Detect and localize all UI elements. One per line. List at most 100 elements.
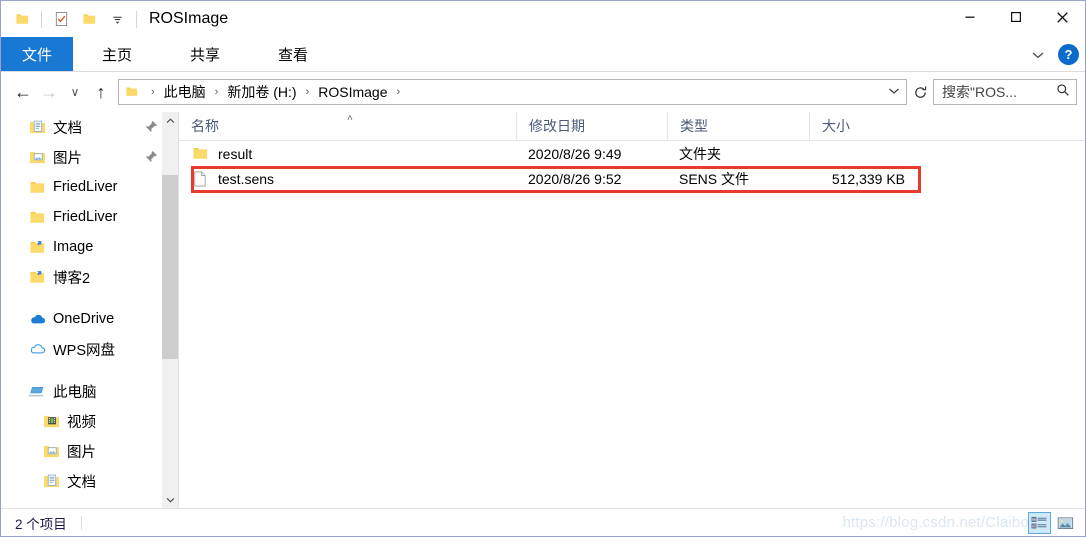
breadcrumb-separator-1[interactable]: › [208,86,226,98]
sidebar-item-pictures-quick[interactable]: 图片 [1,142,178,172]
sidebar-scrollbar[interactable] [161,112,178,508]
tab-view[interactable]: 查看 [249,37,337,71]
forward-button[interactable]: → [36,79,62,105]
refresh-button[interactable] [907,79,933,105]
navigation-bar: ← → ∨ ↑ › 此电脑 › 新加卷 (H:) › ROSImage › 搜索… [1,73,1085,111]
maximize-button[interactable] [993,1,1039,33]
breadcrumb-item-this-pc[interactable]: 此电脑 [162,82,208,102]
file-type-cell: SENS 文件 [679,170,750,187]
chevron-down-icon[interactable] [1028,45,1048,65]
address-bar[interactable]: › 此电脑 › 新加卷 (H:) › ROSImage › [118,79,907,105]
recent-locations-button[interactable]: ∨ [62,79,88,105]
sidebar-item-label: 图片 [53,150,82,167]
chevron-down-icon[interactable] [162,491,178,508]
sidebar-item-documents[interactable]: 文档 [1,466,178,496]
main-content: 文档 图片 FriedLiver FriedLiver Image 博客2 On… [1,112,1085,508]
sidebar-item-friedliver-2[interactable]: FriedLiver [1,202,178,232]
column-header-size[interactable]: 大小 [809,112,919,140]
column-header-row: 名称 ˄ 修改日期 类型 大小 [179,112,1085,141]
qat-separator-2 [136,10,137,28]
details-view-button[interactable] [1028,512,1051,534]
column-header-name-label: 名称 [191,118,219,134]
folder-icon[interactable] [9,6,35,32]
title-bar: ROSImage [1,1,1085,37]
view-mode-buttons [1028,512,1077,534]
sidebar-item-this-pc[interactable]: 此电脑 [1,376,178,406]
pin-icon[interactable] [145,120,158,133]
this-pc-icon [27,381,47,401]
file-type-cell: 文件夹 [679,145,721,162]
sidebar-item-label: 此电脑 [53,384,97,401]
search-input[interactable]: 搜索"ROS... [933,79,1077,105]
file-list-pane: 名称 ˄ 修改日期 类型 大小 result 2020/8/26 9:49 文件… [179,112,1085,508]
back-button[interactable]: ← [10,79,36,105]
sidebar-item-videos[interactable]: 视频 [1,406,178,436]
minimize-button[interactable] [947,1,993,33]
breadcrumb-item-drive[interactable]: 新加卷 (H:) [225,82,298,102]
address-dropdown-icon[interactable] [888,86,900,98]
file-date-cell: 2020/8/26 9:52 [528,170,622,187]
breadcrumb-separator-2[interactable]: › [299,86,317,98]
generic-file-icon [191,170,209,188]
sidebar-item-pictures[interactable]: 图片 [1,436,178,466]
tab-home[interactable]: 主页 [73,37,161,71]
documents-folder-icon [41,471,61,491]
sidebar-item-label: 图片 [67,444,96,461]
up-button[interactable]: ↑ [88,79,114,105]
navigation-pane: 文档 图片 FriedLiver FriedLiver Image 博客2 On… [1,112,178,508]
tab-file[interactable]: 文件 [1,37,73,71]
sidebar-item-blog2[interactable]: 博客2 [1,262,178,292]
qat-separator-1 [41,10,42,28]
file-name-cell: test.sens [179,170,516,188]
table-row[interactable]: result 2020/8/26 9:49 文件夹 [179,141,1085,166]
column-header-type[interactable]: 类型 [667,112,809,140]
chevron-up-icon[interactable] [162,112,178,129]
breadcrumb-item-rosimage[interactable]: ROSImage [316,84,389,100]
pictures-folder-icon [41,441,61,461]
watermark-text: https://blog.csdn.net/Claibo [842,514,1029,531]
column-header-name[interactable]: 名称 ˄ [179,112,516,140]
file-name-text: result [218,145,253,162]
folder-icon [125,85,139,99]
status-bar: 2 个项目 https://blog.csdn.net/Claibo [1,508,1085,536]
breadcrumb-separator-3[interactable]: › [389,86,407,98]
window-controls [947,1,1085,33]
folder-icon [191,145,209,163]
onedrive-icon [27,309,47,329]
sidebar-item-wps-cloud[interactable]: WPS网盘 [1,334,178,364]
ribbon-right-controls: ? [1028,37,1079,72]
status-separator [80,515,82,530]
sidebar-item-friedliver-1[interactable]: FriedLiver [1,172,178,202]
sidebar-scrollbar-thumb[interactable] [162,175,178,359]
folder-icon [27,207,47,227]
sidebar-group-gap-1 [1,292,178,304]
column-header-date[interactable]: 修改日期 [516,112,667,140]
sidebar-item-label: Image [53,239,94,255]
sidebar-item-label: 视频 [67,414,96,431]
close-button[interactable] [1039,1,1085,33]
sidebar-item-onedrive[interactable]: OneDrive [1,304,178,334]
breadcrumb-separator-0[interactable]: › [144,86,162,98]
sidebar-item-documents-quick[interactable]: 文档 [1,112,178,142]
search-icon[interactable] [1056,83,1070,102]
sidebar-item-label: 文档 [67,474,96,491]
table-row[interactable]: test.sens 2020/8/26 9:52 SENS 文件 512,339… [179,166,1085,191]
customize-dropdown-icon[interactable] [104,6,130,32]
sidebar-item-image[interactable]: Image [1,232,178,262]
new-folder-icon[interactable] [76,6,102,32]
file-explorer-window: ROSImage 文件 主页 共享 查看 ? ← → ∨ ↑ › 此电脑 › 新… [0,0,1086,537]
shared-folder-icon [27,237,47,257]
pin-icon[interactable] [145,150,158,163]
properties-icon[interactable] [48,6,74,32]
sidebar-item-label: WPS网盘 [53,342,116,359]
large-icons-view-button[interactable] [1054,512,1077,534]
file-name-text: test.sens [218,170,275,187]
file-name-cell: result [179,145,516,163]
shared-folder-icon [27,267,47,287]
item-count-label: 2 个项目 [15,516,67,532]
videos-folder-icon [41,411,61,431]
wps-cloud-icon [27,339,47,359]
tab-share[interactable]: 共享 [161,37,249,71]
help-button[interactable]: ? [1058,44,1079,65]
sort-ascending-icon: ˄ [347,113,353,124]
